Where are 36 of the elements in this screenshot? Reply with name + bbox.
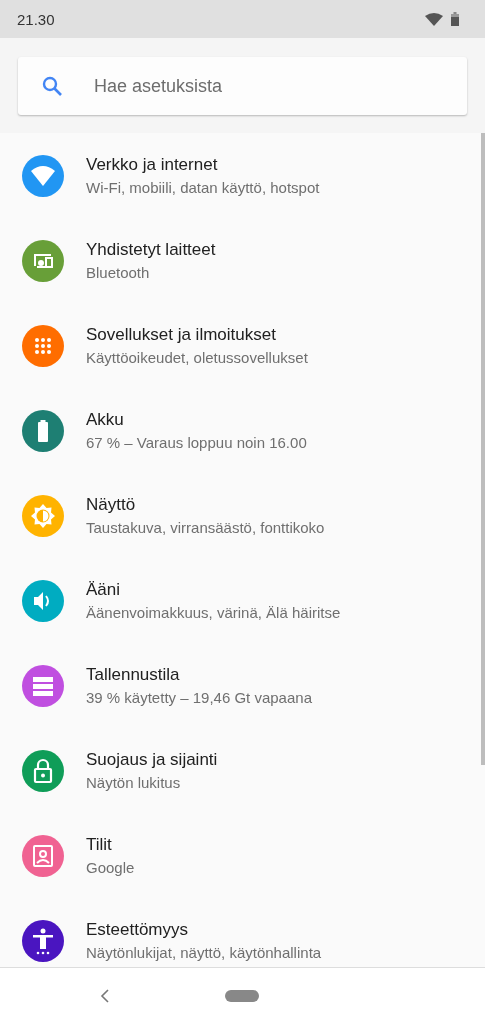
clock: 21.30 <box>17 10 55 28</box>
settings-item[interactable]: Verkko ja internet Wi-Fi, mobiili, datan käyttö, hotspot <box>0 133 485 218</box>
settings-item[interactable]: Sovellukset ja ilmoitukset Käyttöoikeudet, oletussovellukset <box>0 303 485 388</box>
item-title: Ääni <box>86 580 122 600</box>
item-title: Tilit <box>86 835 113 855</box>
item-summary: Näytönlukijat, näyttö, käytönhallinta <box>86 944 322 961</box>
item-summary: Google <box>86 859 135 876</box>
item-summary: Bluetooth <box>86 264 151 281</box>
settings-item[interactable]: Suojaus ja sijainti Näytön lukitus <box>0 728 485 813</box>
battery-icon <box>451 12 459 26</box>
item-title: Sovellukset ja ilmoitukset <box>86 325 277 345</box>
home-button[interactable] <box>225 990 259 1002</box>
item-title: Akku <box>86 410 125 430</box>
back-icon[interactable] <box>100 989 110 1003</box>
item-summary: 67 % – Varaus loppuu noin 16.00 <box>86 434 307 451</box>
settings-item[interactable]: Yhdistetyt laitteet Bluetooth <box>0 218 485 303</box>
item-title: Tallennustila <box>86 665 181 685</box>
item-summary: 39 % käytetty – 19,46 Gt vapaana <box>86 689 312 706</box>
settings-item[interactable]: Esteettömyys Näytönlukijat, näyttö, käytönhallinta <box>0 898 485 967</box>
item-title: Suojaus ja sijainti <box>86 750 218 770</box>
search-field[interactable]: Hae asetuksista <box>18 57 467 115</box>
wifi-icon <box>425 12 443 26</box>
item-title: Näyttö <box>86 495 137 515</box>
item-summary: Käyttöoikeudet, oletussovellukset <box>86 349 308 366</box>
item-title: Verkko ja internet <box>86 155 219 175</box>
item-summary: Taustakuva, virransäästö, fonttikoko <box>86 519 325 536</box>
item-title: Yhdistetyt laitteet <box>86 240 216 260</box>
settings-item[interactable]: Tilit Google <box>0 813 485 898</box>
settings-item[interactable]: Akku 67 % – Varaus loppuu noin 16.00 <box>0 388 485 473</box>
settings-item[interactable]: Näyttö Taustakuva, virransäästö, fonttikoko <box>0 473 485 558</box>
settings-item[interactable]: Ääni Äänenvoimakkuus, värinä, Älä häiritse <box>0 558 485 643</box>
item-title: Esteettömyys <box>86 920 190 940</box>
item-summary: Äänenvoimakkuus, värinä, Älä häiritse <box>86 604 341 621</box>
item-summary: Näytön lukitus <box>86 774 182 791</box>
settings-item[interactable]: Tallennustila 39 % käytetty – 19,46 Gt vapaana <box>0 643 485 728</box>
item-summary: Wi-Fi, mobiili, datan käyttö, hotspot <box>86 179 320 196</box>
